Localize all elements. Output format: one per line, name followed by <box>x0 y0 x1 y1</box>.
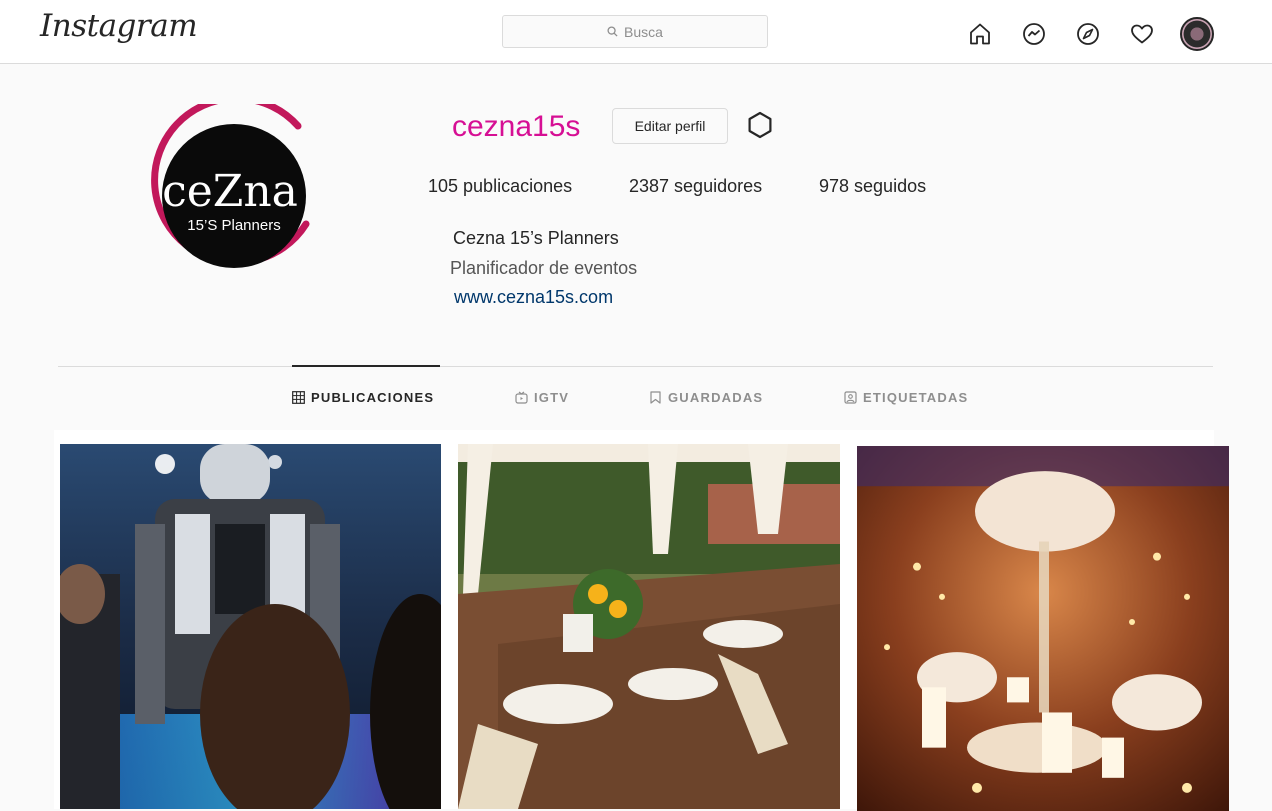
instagram-logo[interactable]: Instagram <box>40 8 198 44</box>
active-tab-indicator <box>292 365 440 367</box>
svg-text:15’S Planners: 15’S Planners <box>187 217 280 234</box>
robot-party-image <box>60 444 441 809</box>
messenger-button[interactable] <box>1020 20 1048 48</box>
grid-icon <box>292 391 305 404</box>
tab-guardadas[interactable]: GUARDADAS <box>649 390 763 405</box>
explore-button[interactable] <box>1074 20 1102 48</box>
activity-button[interactable] <box>1128 20 1156 48</box>
followers-count[interactable]: 2387 seguidores <box>629 176 819 197</box>
tab-etiquetadas[interactable]: ETIQUETADAS <box>844 390 968 405</box>
tab-label: ETIQUETADAS <box>863 390 969 405</box>
profile-picture[interactable]: ceZna 15’S Planners <box>146 94 326 284</box>
igtv-icon <box>515 391 528 404</box>
tab-label: IGTV <box>534 390 570 405</box>
search-placeholder: Busca <box>624 23 663 40</box>
nav-icon-group <box>966 17 1214 51</box>
tagged-icon <box>844 391 857 404</box>
tab-igtv[interactable]: IGTV <box>515 390 569 405</box>
profile-stats: 105 publicaciones 2387 seguidores 978 se… <box>428 176 926 197</box>
tab-label: GUARDADAS <box>668 390 764 405</box>
post-thumbnail[interactable] <box>857 446 1229 811</box>
edit-profile-button[interactable]: Editar perfil <box>612 108 728 144</box>
heart-icon <box>1131 24 1153 44</box>
explore-icon <box>1077 23 1099 45</box>
bookmark-icon <box>650 391 661 404</box>
profile-username: cezna15s <box>452 110 581 143</box>
tabs-divider <box>58 366 1213 367</box>
post-thumbnail[interactable] <box>60 444 441 809</box>
messenger-icon <box>1023 23 1045 45</box>
home-icon <box>970 23 990 45</box>
post-thumbnail[interactable] <box>458 444 840 809</box>
gear-icon <box>748 111 772 139</box>
bio-website-link[interactable]: www.cezna15s.com <box>454 287 613 308</box>
cezna-logo-image: ceZna 15’S Planners <box>151 94 310 268</box>
bio-full-name: Cezna 15’s Planners <box>453 228 619 248</box>
top-nav-bar: Instagram Busca <box>0 0 1272 64</box>
tab-publicaciones[interactable]: PUBLICACIONES <box>292 390 434 405</box>
settings-button[interactable] <box>745 110 775 140</box>
svg-text:ceZna: ceZna <box>162 166 298 217</box>
posts-count: 105 publicaciones <box>428 176 573 196</box>
profile-avatar-button[interactable] <box>1180 17 1214 51</box>
search-input[interactable]: Busca <box>502 15 768 48</box>
following-count[interactable]: 978 seguidos <box>819 176 926 197</box>
profile-tabs: PUBLICACIONES IGTV GUARDADAS ETIQUETADAS <box>0 390 1272 410</box>
candle-banquet-image <box>857 446 1229 811</box>
search-icon <box>607 26 618 37</box>
bio-category: Planificador de eventos <box>450 258 638 278</box>
home-button[interactable] <box>966 20 994 48</box>
tab-label: PUBLICACIONES <box>311 390 435 405</box>
garden-table-image <box>458 444 840 809</box>
